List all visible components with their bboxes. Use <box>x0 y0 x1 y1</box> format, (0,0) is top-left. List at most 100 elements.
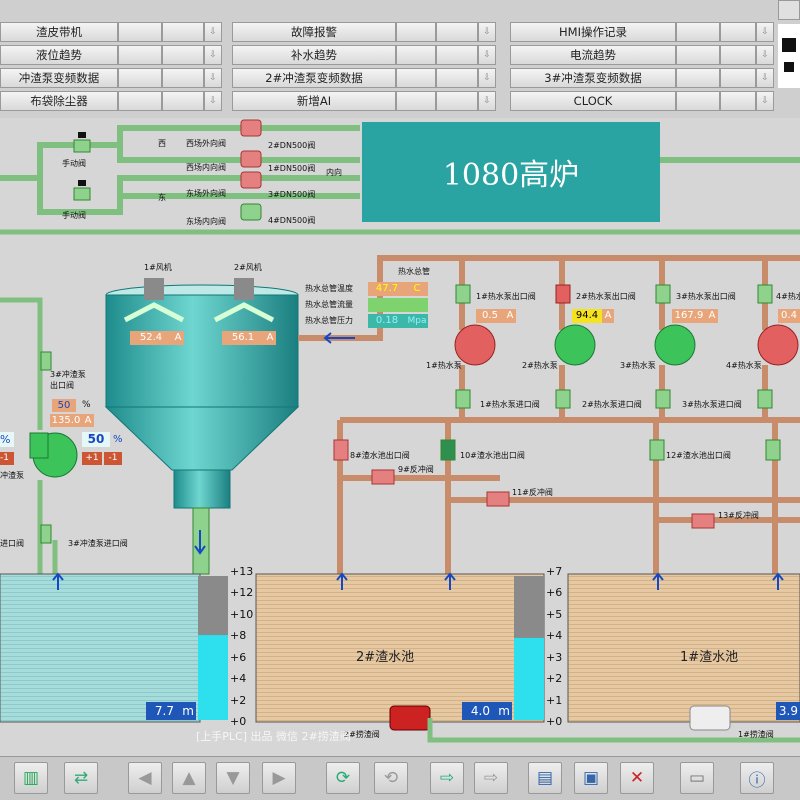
left-pool <box>0 573 201 723</box>
scale-tick-label: +8 <box>230 629 247 643</box>
fan2-current: 56.1 <box>222 331 264 345</box>
left-level-scale: +13 +12 +10 +8 +6 +4 +2 +0 <box>230 565 256 728</box>
hot-pump1-out-label: 1#热水泵出口阀 <box>476 292 536 301</box>
info-icon[interactable]: ⓘ <box>740 762 774 794</box>
scale-tick-label: +6 <box>546 586 563 600</box>
decrement-button[interactable]: -1 <box>104 452 122 465</box>
left-inlet-label: 进口阀 <box>0 539 24 548</box>
pool2-pump <box>389 705 431 731</box>
arrow-left-icon[interactable]: ◀ <box>128 762 162 794</box>
scale-tick-label: +12 <box>230 586 254 600</box>
valve8-label: 8#渣水池出口阀 <box>350 451 410 460</box>
hot-pump2-current: 94.4 <box>572 309 602 323</box>
left-pool-level: 7.7 <box>146 702 180 720</box>
flush-pump3-set-unit: % <box>113 434 123 445</box>
inner-label: 内向 <box>326 168 342 177</box>
east-outer-valve-label: 东场外向阀 <box>186 189 226 198</box>
left-decrement-button[interactable]: -1 <box>0 452 14 465</box>
valve13-label: 13#反冲阀 <box>718 511 759 520</box>
hot-main-temp-unit: C <box>406 282 428 296</box>
scale-tick-label: +3 <box>546 650 563 664</box>
import-icon[interactable]: ⇨ <box>430 762 464 794</box>
pool1-pump <box>689 705 731 731</box>
hot-pump2-out-label: 2#热水泵出口阀 <box>576 292 636 301</box>
hot-pump1-current: 0.5 <box>476 309 504 323</box>
slag-tank <box>104 284 300 575</box>
flush-pump3-out-label-2: 出口阀 <box>50 381 74 390</box>
flush-pump3-in-label: 3#冲渣泵进口阀 <box>68 539 128 548</box>
save-icon[interactable]: ▣ <box>574 762 608 794</box>
pool2-level: 4.0 <box>462 702 496 720</box>
hot-main-pressure-unit: Mpa <box>406 314 428 328</box>
screen-switch-icon[interactable]: ⇄ <box>64 762 98 794</box>
hot-pump2-unit: A <box>602 309 614 323</box>
dn500-3-label: 3#DN500阀 <box>268 190 316 199</box>
fan1-label: 1#风机 <box>144 263 172 272</box>
scale-tick-label: +5 <box>546 607 563 621</box>
west-label: 西 <box>158 139 166 148</box>
hot-pump3-in-label: 3#热水泵进口阀 <box>682 400 742 409</box>
scale-tick-label: +6 <box>230 650 247 664</box>
east-label: 东 <box>158 193 166 202</box>
flush-pump3-setpoint[interactable]: 50 <box>82 432 110 447</box>
hot-pump4-out-label: 4#热水泵出口阀 <box>776 292 800 301</box>
valve10-label: 10#渣水池出口阀 <box>460 451 525 460</box>
hot-main-temp-value: 47.7 <box>368 282 406 296</box>
furnace-title: 1080高炉 <box>442 158 580 193</box>
hot-pump4-current: 0.4 <box>778 309 800 323</box>
increment-button[interactable]: +1 <box>82 452 102 465</box>
hot-pump2-in-label: 2#热水泵进口阀 <box>582 400 642 409</box>
fan2-label: 2#风机 <box>234 263 262 272</box>
hot-pump1-unit: A <box>504 309 516 323</box>
refresh-icon[interactable]: ⟳ <box>326 762 360 794</box>
scale-tick-label: +0 <box>230 715 247 728</box>
flush-pump-label: 冲渣泵 <box>0 471 24 480</box>
scada-screen: 渣皮带机 ⇩ 液位趋势 ⇩ 冲渣泵变频数据 ⇩ 布袋除尘器 ⇩ 故障报警 ⇩ 补… <box>0 0 800 800</box>
arrow-right-icon[interactable]: ▶ <box>262 762 296 794</box>
open-file-icon[interactable]: ▤ <box>528 762 562 794</box>
west-outer-valve-label: 西场外向阀 <box>186 139 226 148</box>
scale-tick-label: +13 <box>230 565 254 578</box>
hot-main-flow-value <box>368 298 428 312</box>
scale-tick-label: +2 <box>230 693 247 707</box>
upper-valves <box>73 119 262 221</box>
left-pool-unit: m <box>180 702 196 720</box>
left-setpoint-edge[interactable]: % <box>0 432 14 447</box>
scale-tick-label: +2 <box>546 672 563 686</box>
scale-tick-label: +7 <box>546 565 563 578</box>
thermometer-icon[interactable]: ▥ <box>14 762 48 794</box>
display-icon[interactable]: ▭ <box>680 762 714 794</box>
hot-pump3-out-label: 3#热水泵出口阀 <box>676 292 736 301</box>
east-inner-valve-label: 东场内向阀 <box>186 217 226 226</box>
pool1-pump-label: 1#捞渣阀 <box>738 730 774 739</box>
hot-pump3-label: 3#热水泵 <box>620 361 656 370</box>
scale-tick-label: +1 <box>546 693 563 707</box>
pool1-name: 1#渣水池 <box>680 650 739 665</box>
pool2-unit: m <box>496 702 512 720</box>
hot-pump2-label: 2#热水泵 <box>522 361 558 370</box>
dn500-1-label: 1#DN500阀 <box>268 164 316 173</box>
dn500-4-label: 4#DN500阀 <box>268 216 316 225</box>
fan1-unit: A <box>172 331 184 345</box>
flush-pump3-current-unit: A <box>82 414 94 427</box>
west-inner-valve-label: 西场内向阀 <box>186 163 226 172</box>
valve11-label: 11#反冲阀 <box>512 488 553 497</box>
hot-pump3-unit: A <box>706 309 718 323</box>
flush-pump3-freq: 50 <box>52 399 76 412</box>
hot-main-title: 热水总管 <box>398 267 430 276</box>
delete-icon[interactable]: ✕ <box>620 762 654 794</box>
hot-main-pressure-value: 0.18 <box>368 314 406 328</box>
flush-pump3-freq-unit: % <box>82 400 91 410</box>
redo-icon[interactable]: ⟲ <box>374 762 408 794</box>
arrow-down-icon[interactable]: ▼ <box>216 762 250 794</box>
export-icon[interactable]: ⇨ <box>474 762 508 794</box>
hot-pump1-label: 1#热水泵 <box>426 361 462 370</box>
hot-main-flow-label: 热水总管流量 <box>305 300 353 309</box>
pool2-name: 2#渣水池 <box>356 650 415 665</box>
fan1-current: 52.4 <box>130 331 172 345</box>
hot-pump1-in-label: 1#热水泵进口阀 <box>480 400 540 409</box>
arrow-up-icon[interactable]: ▲ <box>172 762 206 794</box>
dn500-2-label: 2#DN500阀 <box>268 141 316 150</box>
hot-pump3-current: 167.9 <box>672 309 706 323</box>
watermark: [上手PLC] 出品 微信 2#捞渣阀 <box>196 730 351 743</box>
